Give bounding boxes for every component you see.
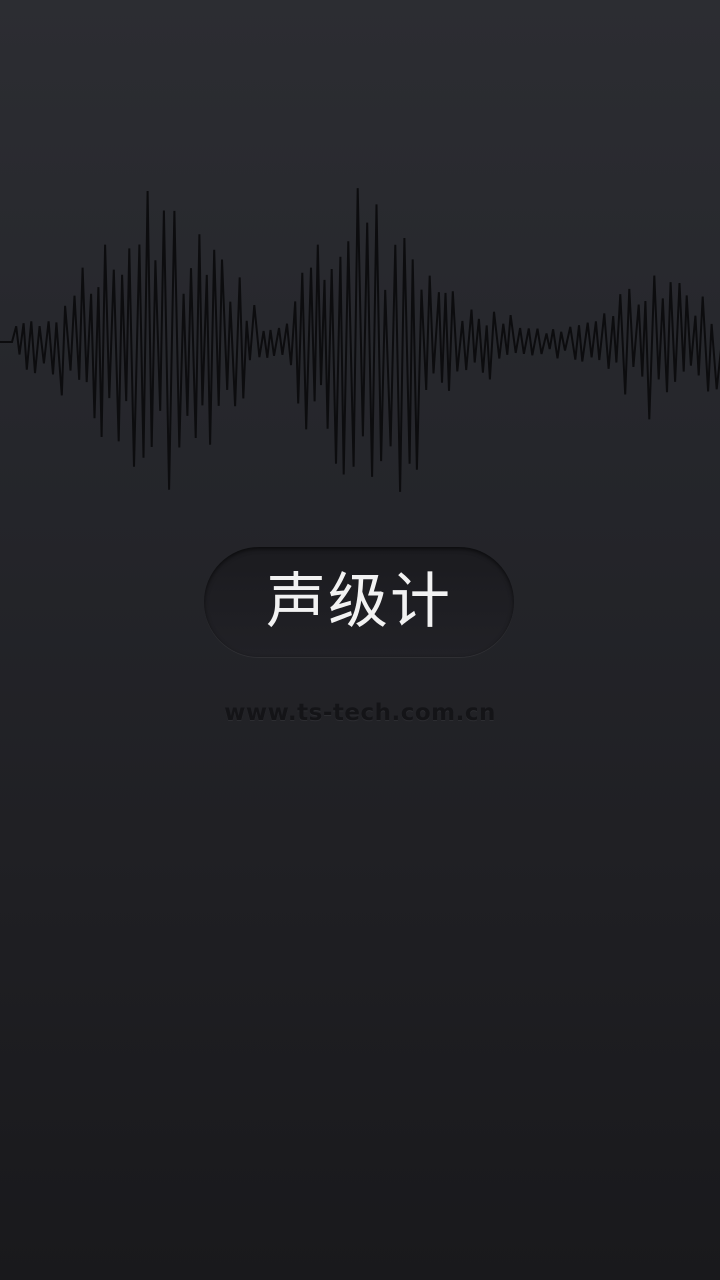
title-pill: 声级计: [204, 547, 514, 657]
sound-waveform-icon: [0, 188, 720, 492]
app-title: 声级计: [266, 567, 452, 637]
waveform-line: [0, 188, 720, 492]
website-url: www.ts-tech.com.cn: [224, 700, 496, 726]
splash-screen: 声级计 www.ts-tech.com.cn: [0, 0, 720, 1280]
